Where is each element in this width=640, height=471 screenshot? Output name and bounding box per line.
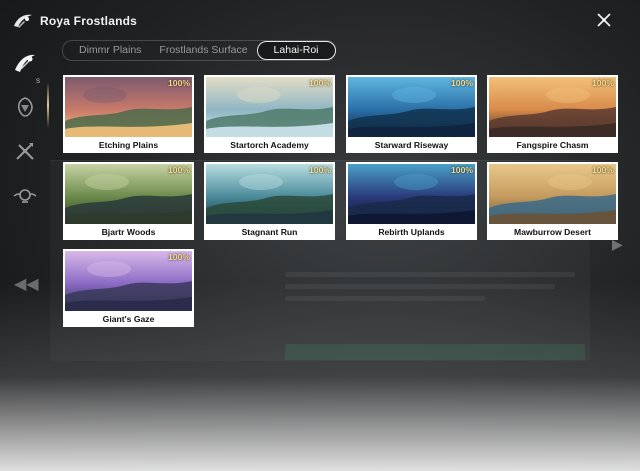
- completion-percentage: 100%: [168, 252, 190, 262]
- location-card[interactable]: 100% Startorch Academy: [204, 75, 335, 153]
- crossed-weapons-icon: [16, 143, 34, 160]
- completion-percentage: 100%: [168, 165, 190, 175]
- tab-frostlands-surface[interactable]: Frostlands Surface: [150, 41, 256, 60]
- location-name: Giant's Gaze: [102, 314, 155, 324]
- warrior-portrait-icon: [17, 97, 33, 117]
- location-name: Etching Plains: [98, 140, 159, 150]
- completion-percentage: 100%: [451, 78, 473, 88]
- location-card[interactable]: 100% Mawburrow Desert: [487, 162, 618, 240]
- sidebar-item-warrior[interactable]: [12, 94, 38, 120]
- location-card[interactable]: 100% Starward Riseway: [346, 75, 477, 153]
- completion-percentage: 100%: [592, 78, 614, 88]
- location-card[interactable]: 100% Giant's Gaze: [63, 249, 194, 327]
- location-card[interactable]: 100% Fangspire Chasm: [487, 75, 618, 153]
- location-card[interactable]: 100% Etching Plains: [63, 75, 194, 153]
- page-title: Roya Frostlands: [40, 14, 138, 28]
- orb-winged-icon: [13, 189, 37, 203]
- chevron-left-icon[interactable]: ◀◀: [14, 274, 39, 294]
- underlying-text: [285, 284, 555, 289]
- close-button[interactable]: [594, 10, 614, 30]
- location-name: Rebirth Uplands: [378, 227, 445, 237]
- underlying-bar: [285, 344, 585, 360]
- location-name: Mawburrow Desert: [514, 227, 591, 237]
- location-name: Fangspire Chasm: [516, 140, 589, 150]
- tab-dimmr-plains[interactable]: Dimmr Plains: [63, 41, 150, 60]
- location-card[interactable]: 100% Stagnant Run: [204, 162, 335, 240]
- underlying-text: [285, 272, 575, 277]
- location-name: Bjartr Woods: [101, 227, 156, 237]
- swordsman-emblem-icon: [12, 12, 34, 30]
- location-name: Starward Riseway: [374, 140, 449, 150]
- location-card[interactable]: 100% Rebirth Uplands: [346, 162, 477, 240]
- completion-percentage: 100%: [309, 78, 331, 88]
- close-x-icon: [597, 13, 611, 27]
- location-name: Startorch Academy: [230, 140, 309, 150]
- completion-percentage: 100%: [309, 165, 331, 175]
- location-name: Stagnant Run: [241, 227, 298, 237]
- sidebar-item-badge: S: [36, 79, 41, 85]
- location-card[interactable]: 100% Bjartr Woods: [63, 162, 194, 240]
- chevron-right-icon[interactable]: ▶: [612, 236, 623, 253]
- sidebar: S ◀◀: [0, 38, 52, 298]
- completion-percentage: 100%: [168, 78, 190, 88]
- hero-emblem-icon: [15, 54, 35, 72]
- completion-percentage: 100%: [592, 165, 614, 175]
- header: Roya Frostlands: [12, 10, 137, 32]
- sidebar-item-weapons[interactable]: [12, 138, 38, 164]
- underlying-text: [285, 296, 485, 301]
- tab-lahai-roi[interactable]: Lahai-Roi: [256, 41, 336, 60]
- sidebar-active-indicator: [47, 82, 49, 128]
- sidebar-item-hero[interactable]: [12, 50, 38, 76]
- completion-percentage: 100%: [451, 165, 473, 175]
- sidebar-item-orb[interactable]: [12, 182, 38, 208]
- region-tabs: Dimmr Plains Frostlands Surface Lahai-Ro…: [62, 40, 336, 61]
